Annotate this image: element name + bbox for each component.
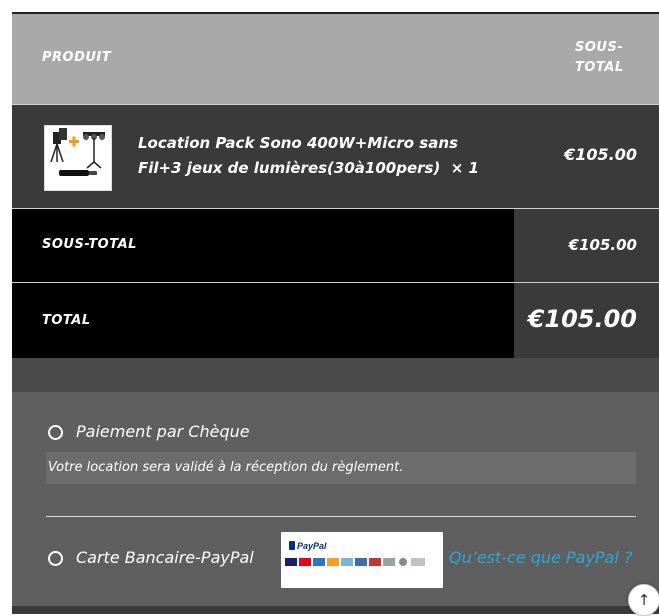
- order-review: PRODUIT SOUS-TOTAL Location Pack Sono 40…: [12, 12, 659, 614]
- total-row: TOTAL €105.00: [12, 283, 659, 358]
- payment-methods: Paiement par Chèque Votre location sera …: [12, 392, 659, 614]
- product-image-icon: [50, 128, 105, 176]
- total-cell: €105.00: [514, 283, 659, 358]
- payment-divider: [46, 516, 636, 517]
- subtotal-row: SOUS-TOTAL €105.00: [12, 209, 659, 282]
- product-name[interactable]: Location Pack Sono 400W+Micro sans Fil+3…: [138, 131, 498, 181]
- cheque-label[interactable]: Paiement par Chèque: [76, 422, 250, 441]
- product-price: €105.00: [564, 145, 637, 164]
- paypal-radio[interactable]: [48, 551, 63, 566]
- subtotal-label: SOUS-TOTAL: [42, 237, 137, 252]
- payment-bottom-bar: [12, 606, 659, 614]
- header-subtotal: SOUS-TOTAL: [575, 40, 624, 75]
- table-header: PRODUIT SOUS-TOTAL: [12, 14, 659, 104]
- cheque-description: Votre location sera validé à la réceptio…: [48, 460, 404, 475]
- row-divider: [12, 104, 659, 105]
- cheque-radio[interactable]: [48, 425, 63, 440]
- cheque-description-box: Votre location sera validé à la réceptio…: [46, 452, 636, 484]
- total-label: TOTAL: [42, 313, 91, 328]
- subtotal-value: €105.00: [568, 236, 637, 254]
- table-row: Location Pack Sono 400W+Micro sans Fil+3…: [12, 105, 659, 209]
- paypal-logo: PayPal: [281, 532, 443, 588]
- paypal-cards-icon: PayPal: [285, 541, 425, 566]
- product-quantity: × 1: [450, 159, 479, 177]
- header-product: PRODUIT: [42, 50, 112, 65]
- arrow-up-icon: ↑: [637, 591, 651, 609]
- scroll-to-top-button[interactable]: ↑: [628, 584, 659, 616]
- product-name-text[interactable]: Location Pack Sono 400W+Micro sans Fil+3…: [138, 134, 458, 177]
- paypal-label[interactable]: Carte Bancaire-PayPal: [76, 548, 254, 567]
- table-footer-strip: [12, 358, 659, 392]
- total-value: €105.00: [527, 305, 637, 333]
- subtotal-cell: €105.00: [514, 209, 659, 282]
- what-is-paypal-link[interactable]: Qu’est-ce que PayPal ?: [449, 548, 632, 567]
- sound-pack-thumbnail[interactable]: [44, 125, 112, 191]
- paypal-logo-text: PayPal: [297, 541, 327, 551]
